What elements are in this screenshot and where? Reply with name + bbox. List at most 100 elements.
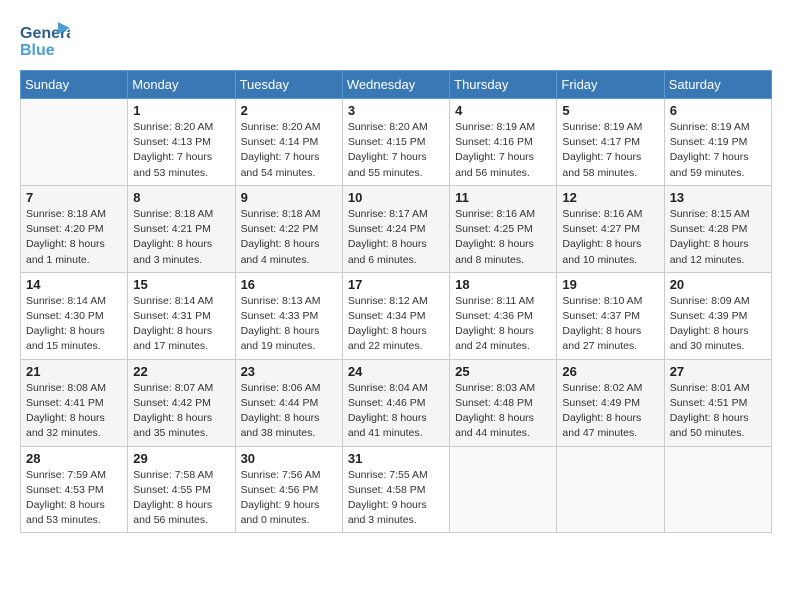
calendar-cell: 2 Sunrise: 8:20 AMSunset: 4:14 PMDaylight… xyxy=(235,99,342,186)
weekday-header: Monday xyxy=(128,71,235,99)
day-number: 1 xyxy=(133,103,229,118)
logo: GeneralBlue xyxy=(20,20,70,60)
day-number: 19 xyxy=(562,277,658,292)
calendar-cell: 18Sunrise: 8:11 AMSunset: 4:36 PMDayligh… xyxy=(450,272,557,359)
day-info: Sunrise: 8:12 AMSunset: 4:34 PMDaylight:… xyxy=(348,294,444,355)
day-number: 2 xyxy=(241,103,337,118)
calendar-cell: 4 Sunrise: 8:19 AMSunset: 4:16 PMDaylight… xyxy=(450,99,557,186)
weekday-header: Friday xyxy=(557,71,664,99)
day-info: Sunrise: 8:01 AMSunset: 4:51 PMDaylight:… xyxy=(670,381,766,442)
day-number: 13 xyxy=(670,190,766,205)
calendar-cell: 24 Sunrise: 8:04 AMSunset: 4:46 PMDayligh… xyxy=(342,359,449,446)
day-number: 4 xyxy=(455,103,551,118)
calendar: SundayMondayTuesdayWednesdayThursdayFrid… xyxy=(20,70,772,533)
calendar-cell: 9 Sunrise: 8:18 AMSunset: 4:22 PMDaylight… xyxy=(235,185,342,272)
calendar-week-row: 28 Sunrise: 7:59 AMSunset: 4:53 PMDayligh… xyxy=(21,446,772,533)
day-number: 21 xyxy=(26,364,122,379)
day-number: 8 xyxy=(133,190,229,205)
day-info: Sunrise: 7:59 AMSunset: 4:53 PMDaylight:… xyxy=(26,468,122,529)
calendar-cell xyxy=(21,99,128,186)
day-info: Sunrise: 8:18 AMSunset: 4:20 PMDaylight:… xyxy=(26,207,122,268)
calendar-cell: 3 Sunrise: 8:20 AMSunset: 4:15 PMDaylight… xyxy=(342,99,449,186)
day-number: 11 xyxy=(455,190,551,205)
day-number: 14 xyxy=(26,277,122,292)
day-info: Sunrise: 8:17 AMSunset: 4:24 PMDaylight:… xyxy=(348,207,444,268)
day-info: Sunrise: 8:04 AMSunset: 4:46 PMDaylight:… xyxy=(348,381,444,442)
weekday-header: Sunday xyxy=(21,71,128,99)
calendar-week-row: 1 Sunrise: 8:20 AMSunset: 4:13 PMDaylight… xyxy=(21,99,772,186)
day-info: Sunrise: 8:18 AMSunset: 4:21 PMDaylight:… xyxy=(133,207,229,268)
calendar-cell: 1 Sunrise: 8:20 AMSunset: 4:13 PMDaylight… xyxy=(128,99,235,186)
calendar-cell: 19 Sunrise: 8:10 AMSunset: 4:37 PMDayligh… xyxy=(557,272,664,359)
day-info: Sunrise: 8:02 AMSunset: 4:49 PMDaylight:… xyxy=(562,381,658,442)
page-header: GeneralBlue xyxy=(20,20,772,60)
day-number: 16 xyxy=(241,277,337,292)
logo-svg: GeneralBlue xyxy=(20,20,70,60)
calendar-cell: 20Sunrise: 8:09 AMSunset: 4:39 PMDayligh… xyxy=(664,272,771,359)
day-info: Sunrise: 8:16 AMSunset: 4:27 PMDaylight:… xyxy=(562,207,658,268)
day-info: Sunrise: 8:19 AMSunset: 4:17 PMDaylight:… xyxy=(562,120,658,181)
day-number: 26 xyxy=(562,364,658,379)
calendar-cell: 30 Sunrise: 7:56 AMSunset: 4:56 PMDayligh… xyxy=(235,446,342,533)
day-number: 3 xyxy=(348,103,444,118)
calendar-cell xyxy=(450,446,557,533)
day-number: 31 xyxy=(348,451,444,466)
day-number: 9 xyxy=(241,190,337,205)
weekday-header: Saturday xyxy=(664,71,771,99)
calendar-cell: 6 Sunrise: 8:19 AMSunset: 4:19 PMDaylight… xyxy=(664,99,771,186)
calendar-week-row: 7 Sunrise: 8:18 AMSunset: 4:20 PMDaylight… xyxy=(21,185,772,272)
day-info: Sunrise: 7:56 AMSunset: 4:56 PMDaylight:… xyxy=(241,468,337,529)
calendar-cell: 27 Sunrise: 8:01 AMSunset: 4:51 PMDayligh… xyxy=(664,359,771,446)
calendar-cell: 14 Sunrise: 8:14 AMSunset: 4:30 PMDayligh… xyxy=(21,272,128,359)
day-info: Sunrise: 8:09 AMSunset: 4:39 PMDaylight:… xyxy=(670,294,766,355)
calendar-cell: 8 Sunrise: 8:18 AMSunset: 4:21 PMDaylight… xyxy=(128,185,235,272)
calendar-cell: 10 Sunrise: 8:17 AMSunset: 4:24 PMDayligh… xyxy=(342,185,449,272)
calendar-cell: 28 Sunrise: 7:59 AMSunset: 4:53 PMDayligh… xyxy=(21,446,128,533)
calendar-cell: 21Sunrise: 8:08 AMSunset: 4:41 PMDayligh… xyxy=(21,359,128,446)
day-info: Sunrise: 8:06 AMSunset: 4:44 PMDaylight:… xyxy=(241,381,337,442)
calendar-cell: 5 Sunrise: 8:19 AMSunset: 4:17 PMDaylight… xyxy=(557,99,664,186)
calendar-cell: 31 Sunrise: 7:55 AMSunset: 4:58 PMDayligh… xyxy=(342,446,449,533)
calendar-cell: 15 Sunrise: 8:14 AMSunset: 4:31 PMDayligh… xyxy=(128,272,235,359)
day-info: Sunrise: 7:55 AMSunset: 4:58 PMDaylight:… xyxy=(348,468,444,529)
calendar-cell xyxy=(664,446,771,533)
calendar-cell: 25Sunrise: 8:03 AMSunset: 4:48 PMDayligh… xyxy=(450,359,557,446)
day-info: Sunrise: 8:20 AMSunset: 4:15 PMDaylight:… xyxy=(348,120,444,181)
day-info: Sunrise: 8:19 AMSunset: 4:19 PMDaylight:… xyxy=(670,120,766,181)
day-info: Sunrise: 8:11 AMSunset: 4:36 PMDaylight:… xyxy=(455,294,551,355)
day-number: 30 xyxy=(241,451,337,466)
day-number: 5 xyxy=(562,103,658,118)
day-info: Sunrise: 8:20 AMSunset: 4:14 PMDaylight:… xyxy=(241,120,337,181)
weekday-header: Tuesday xyxy=(235,71,342,99)
day-info: Sunrise: 7:58 AMSunset: 4:55 PMDaylight:… xyxy=(133,468,229,529)
day-number: 23 xyxy=(241,364,337,379)
day-info: Sunrise: 8:13 AMSunset: 4:33 PMDaylight:… xyxy=(241,294,337,355)
day-number: 10 xyxy=(348,190,444,205)
day-number: 22 xyxy=(133,364,229,379)
day-info: Sunrise: 8:19 AMSunset: 4:16 PMDaylight:… xyxy=(455,120,551,181)
day-info: Sunrise: 8:14 AMSunset: 4:30 PMDaylight:… xyxy=(26,294,122,355)
day-number: 7 xyxy=(26,190,122,205)
calendar-cell: 12 Sunrise: 8:16 AMSunset: 4:27 PMDayligh… xyxy=(557,185,664,272)
day-info: Sunrise: 8:10 AMSunset: 4:37 PMDaylight:… xyxy=(562,294,658,355)
day-info: Sunrise: 8:20 AMSunset: 4:13 PMDaylight:… xyxy=(133,120,229,181)
day-number: 27 xyxy=(670,364,766,379)
calendar-cell: 11 Sunrise: 8:16 AMSunset: 4:25 PMDayligh… xyxy=(450,185,557,272)
day-info: Sunrise: 8:18 AMSunset: 4:22 PMDaylight:… xyxy=(241,207,337,268)
day-number: 15 xyxy=(133,277,229,292)
day-number: 6 xyxy=(670,103,766,118)
svg-text:Blue: Blue xyxy=(20,42,55,59)
weekday-header: Thursday xyxy=(450,71,557,99)
calendar-cell: 23 Sunrise: 8:06 AMSunset: 4:44 PMDayligh… xyxy=(235,359,342,446)
day-info: Sunrise: 8:03 AMSunset: 4:48 PMDaylight:… xyxy=(455,381,551,442)
day-number: 12 xyxy=(562,190,658,205)
day-number: 17 xyxy=(348,277,444,292)
calendar-cell: 13Sunrise: 8:15 AMSunset: 4:28 PMDayligh… xyxy=(664,185,771,272)
day-number: 28 xyxy=(26,451,122,466)
day-info: Sunrise: 8:16 AMSunset: 4:25 PMDaylight:… xyxy=(455,207,551,268)
day-number: 29 xyxy=(133,451,229,466)
day-info: Sunrise: 8:14 AMSunset: 4:31 PMDaylight:… xyxy=(133,294,229,355)
day-number: 24 xyxy=(348,364,444,379)
calendar-cell: 22Sunrise: 8:07 AMSunset: 4:42 PMDayligh… xyxy=(128,359,235,446)
calendar-cell: 29 Sunrise: 7:58 AMSunset: 4:55 PMDayligh… xyxy=(128,446,235,533)
